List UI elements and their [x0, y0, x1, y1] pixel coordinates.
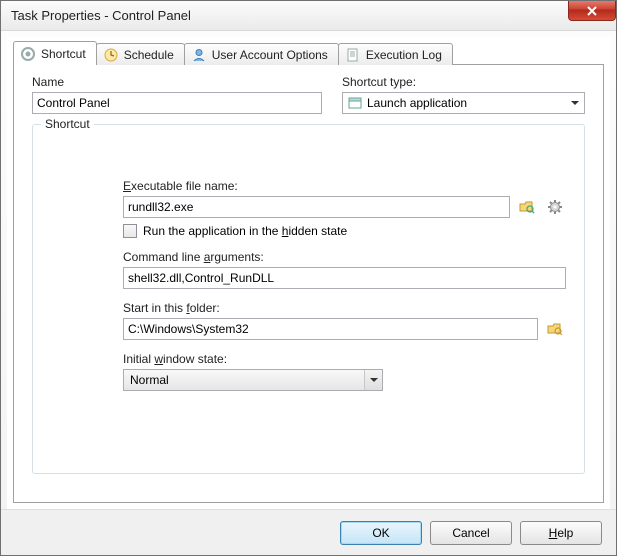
window-state-combo[interactable]: Normal	[123, 369, 383, 391]
group-title: Shortcut	[41, 117, 94, 131]
start-folder-input[interactable]	[123, 318, 538, 340]
window: Task Properties - Control Panel Shortcut…	[0, 0, 617, 556]
tab-label: Shortcut	[41, 47, 86, 61]
arguments-input[interactable]	[123, 267, 566, 289]
button-bar: OK Cancel Help	[1, 509, 616, 555]
tab-label: Execution Log	[366, 48, 442, 62]
shortcut-type-label: Shortcut type:	[342, 75, 585, 89]
exe-settings-button[interactable]	[544, 196, 566, 218]
start-folder-label: Start in this folder:	[123, 301, 566, 315]
browse-exe-button[interactable]	[516, 196, 538, 218]
app-icon	[347, 95, 363, 111]
window-state-value: Normal	[130, 373, 364, 387]
ok-button[interactable]: OK	[340, 521, 422, 545]
folder-icon	[546, 320, 564, 338]
tab-strip: Shortcut Schedule User Account Options E…	[7, 43, 610, 65]
shortcut-type-combo[interactable]: Launch application	[342, 92, 585, 114]
executable-label: Executable file name:	[123, 179, 566, 193]
chevron-down-icon	[566, 93, 584, 113]
window-title: Task Properties - Control Panel	[11, 8, 191, 23]
shortcut-type-value: Launch application	[367, 96, 566, 110]
user-icon	[191, 47, 207, 63]
clock-icon	[103, 47, 119, 63]
name-label: Name	[32, 75, 322, 89]
shortcut-group: Shortcut Executable file name:	[32, 124, 585, 474]
titlebar[interactable]: Task Properties - Control Panel	[1, 1, 616, 31]
tab-label: Schedule	[124, 48, 174, 62]
folder-search-icon	[518, 198, 536, 216]
hidden-state-checkbox[interactable]	[123, 224, 137, 238]
hidden-state-label: Run the application in the hidden state	[143, 224, 347, 238]
close-button[interactable]	[568, 1, 616, 21]
tab-label: User Account Options	[212, 48, 328, 62]
client-area: Shortcut Schedule User Account Options E…	[7, 37, 610, 509]
chevron-down-icon	[364, 370, 382, 390]
browse-folder-button[interactable]	[544, 318, 566, 340]
executable-input[interactable]	[123, 196, 510, 218]
name-input[interactable]	[32, 92, 322, 114]
tab-schedule[interactable]: Schedule	[96, 43, 185, 65]
arguments-label: Command line arguments:	[123, 250, 566, 264]
tab-execution-log[interactable]: Execution Log	[338, 43, 453, 65]
help-button[interactable]: Help	[520, 521, 602, 545]
gear-icon	[546, 198, 564, 216]
cancel-button[interactable]: Cancel	[430, 521, 512, 545]
window-state-label: Initial window state:	[123, 352, 566, 366]
tab-page-shortcut: Name Shortcut type: Launch application	[13, 64, 604, 503]
tab-user-account[interactable]: User Account Options	[184, 43, 339, 65]
shortcut-icon	[20, 46, 36, 62]
close-icon	[587, 6, 597, 16]
tab-shortcut[interactable]: Shortcut	[13, 41, 97, 65]
log-icon	[345, 47, 361, 63]
